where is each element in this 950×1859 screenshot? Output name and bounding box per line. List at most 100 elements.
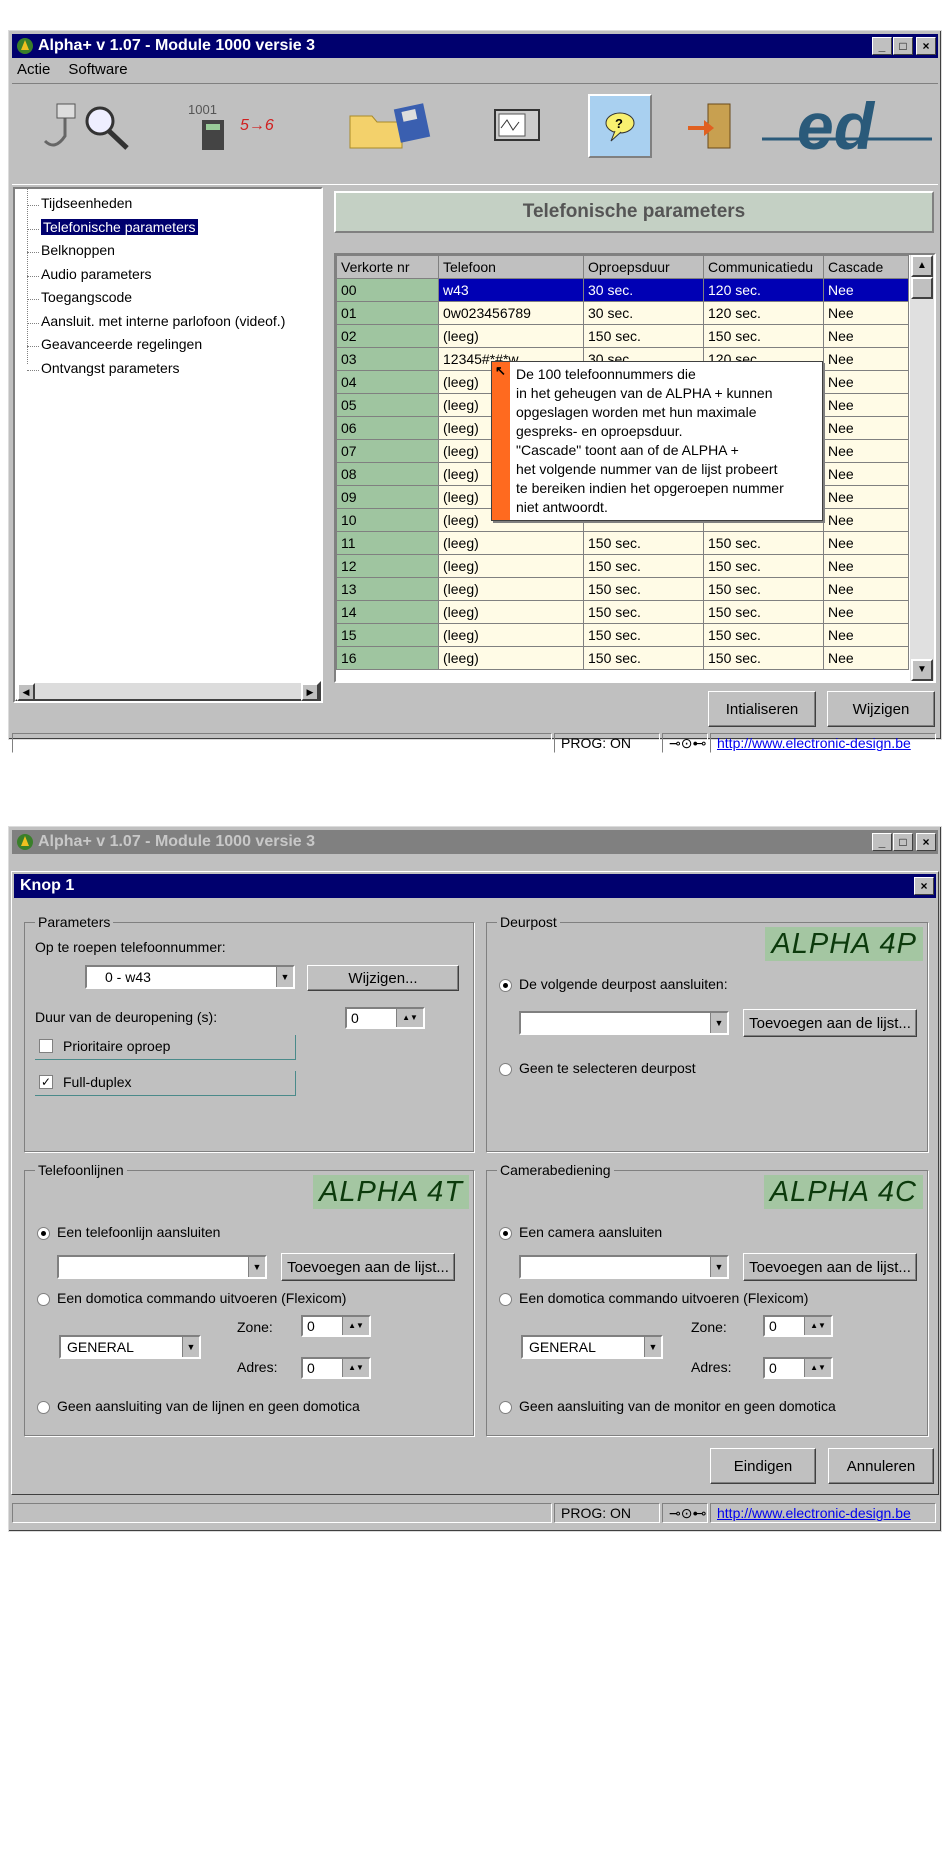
scroll-up-button[interactable]: ▲ [911, 255, 933, 277]
table-cell[interactable]: Nee [823, 531, 909, 555]
camera-adres-stepper[interactable]: 0 ▲▼ [763, 1357, 833, 1379]
table-cell[interactable]: 120 sec. [703, 301, 824, 325]
dialog-title-bar[interactable]: Knop 1 × [14, 874, 936, 898]
initialize-button[interactable]: Intialiseren [708, 691, 816, 727]
cancel-button[interactable]: Annuleren [828, 1448, 934, 1484]
tree-hscrollbar[interactable]: ◀ ▶ [15, 681, 321, 701]
table-row[interactable]: 00 w43 30 sec. 120 sec. Nee [336, 278, 909, 302]
table-cell[interactable]: Nee [823, 439, 909, 463]
table-cell[interactable]: 00 [336, 278, 439, 302]
binary-conversion-icon[interactable]: 1001 5→6 [182, 94, 302, 158]
chevron-down-icon[interactable]: ▼ [710, 1013, 727, 1033]
table-cell[interactable]: Nee [823, 462, 909, 486]
table-cell[interactable]: 150 sec. [583, 324, 704, 348]
tree-item[interactable]: Geavanceerde regelingen [41, 336, 202, 352]
table-cell[interactable]: (leeg) [438, 600, 584, 624]
table-cell[interactable]: w43 [438, 278, 584, 302]
table-cell[interactable]: 150 sec. [703, 646, 824, 670]
table-cell[interactable]: 06 [336, 416, 439, 440]
deurpost-connect-radio[interactable] [499, 979, 512, 992]
duration-stepper[interactable]: 0 ▲▼ [345, 1007, 425, 1029]
table-cell[interactable]: (leeg) [438, 531, 584, 555]
phoneline-zone-stepper[interactable]: 0 ▲▼ [301, 1315, 371, 1337]
camera-connect-radio[interactable] [499, 1227, 512, 1240]
table-cell[interactable]: 13 [336, 577, 439, 601]
column-header[interactable]: Verkorte nr [336, 255, 439, 279]
phoneline-none-radio[interactable] [37, 1401, 50, 1414]
table-cell[interactable]: Nee [823, 301, 909, 325]
phoneline-select[interactable]: ▼ [57, 1255, 267, 1279]
scroll-right-button[interactable]: ▶ [301, 683, 319, 701]
minimize-button[interactable]: _ [872, 37, 892, 55]
chevron-down-icon[interactable]: ▼ [710, 1257, 727, 1277]
finish-button[interactable]: Eindigen [710, 1448, 816, 1484]
column-header[interactable]: Oproepsduur [583, 255, 704, 279]
priority-row[interactable]: Prioritaire oproep [35, 1035, 296, 1060]
stepper-arrows-icon[interactable]: ▲▼ [342, 1317, 369, 1335]
table-cell[interactable]: 04 [336, 370, 439, 394]
table-cell[interactable]: 01 [336, 301, 439, 325]
tree-item[interactable]: Telefonische parameters [40, 217, 199, 236]
phone-number-select[interactable]: 0 - w43 ▼ [85, 965, 295, 989]
chevron-down-icon[interactable]: ▼ [182, 1337, 199, 1357]
table-cell[interactable]: Nee [823, 646, 909, 670]
table-cell[interactable]: 14 [336, 600, 439, 624]
table-cell[interactable]: Nee [823, 370, 909, 394]
table-row[interactable]: 11 (leeg) 150 sec. 150 sec. Nee [336, 531, 909, 555]
table-cell[interactable]: (leeg) [438, 646, 584, 670]
table-cell[interactable]: Nee [823, 600, 909, 624]
table-cell[interactable]: 150 sec. [703, 324, 824, 348]
dialog-close-button[interactable]: × [914, 877, 934, 895]
tree-item[interactable]: Belknoppen [41, 242, 115, 258]
table-cell[interactable]: 11 [336, 531, 439, 555]
table-cell[interactable]: 16 [336, 646, 439, 670]
deurpost-none-radio[interactable] [499, 1063, 512, 1076]
table-row[interactable]: 02 (leeg) 150 sec. 150 sec. Nee [336, 324, 909, 348]
table-cell[interactable]: 02 [336, 324, 439, 348]
stepper-arrows-icon[interactable]: ▲▼ [342, 1359, 369, 1377]
tree-item[interactable]: Audio parameters [41, 266, 152, 282]
monitor-icon[interactable] [482, 94, 552, 158]
table-cell[interactable]: 150 sec. [703, 577, 824, 601]
help-speech-icon[interactable]: ? [588, 94, 652, 158]
table-cell[interactable]: 09 [336, 485, 439, 509]
table-cell[interactable]: Nee [823, 347, 909, 371]
table-cell[interactable]: (leeg) [438, 623, 584, 647]
table-row[interactable]: 13 (leeg) 150 sec. 150 sec. Nee [336, 577, 909, 601]
table-cell[interactable]: (leeg) [438, 554, 584, 578]
phoneline-connect-radio[interactable] [37, 1227, 50, 1240]
stepper-arrows-icon[interactable]: ▲▼ [804, 1359, 831, 1377]
table-cell[interactable]: 05 [336, 393, 439, 417]
close-button[interactable]: × [916, 833, 936, 851]
table-cell[interactable]: 07 [336, 439, 439, 463]
table-cell[interactable]: 12 [336, 554, 439, 578]
exit-door-icon[interactable] [682, 94, 742, 158]
table-cell[interactable]: 150 sec. [583, 600, 704, 624]
change-button[interactable]: Wijzigen [827, 691, 935, 727]
table-cell[interactable]: Nee [823, 485, 909, 509]
table-cell[interactable]: (leeg) [438, 324, 584, 348]
phoneline-domotica-radio[interactable] [37, 1293, 50, 1306]
table-row[interactable]: 12 (leeg) 150 sec. 150 sec. Nee [336, 554, 909, 578]
camera-select[interactable]: ▼ [519, 1255, 729, 1279]
status-url[interactable]: http://www.electronic-design.be [710, 1503, 936, 1523]
column-header[interactable]: Telefoon [438, 255, 584, 279]
tree-item[interactable]: Aansluit. met interne parlofoon (videof.… [41, 313, 285, 329]
camera-general-select[interactable]: GENERAL ▼ [521, 1335, 663, 1359]
table-cell[interactable]: 120 sec. [703, 278, 824, 302]
table-cell[interactable]: 03 [336, 347, 439, 371]
maximize-button[interactable]: □ [893, 833, 913, 851]
stepper-arrows-icon[interactable]: ▲▼ [804, 1317, 831, 1335]
tree-item[interactable]: Tijdseenheden [41, 195, 132, 211]
table-cell[interactable]: 150 sec. [703, 623, 824, 647]
camera-none-radio[interactable] [499, 1401, 512, 1414]
table-cell[interactable]: 0w023456789 [438, 301, 584, 325]
inactive-title-bar[interactable]: Alpha+ v 1.07 - Module 1000 versie 3 _ □… [12, 830, 938, 854]
table-cell[interactable]: Nee [823, 416, 909, 440]
phoneline-general-select[interactable]: GENERAL ▼ [59, 1335, 201, 1359]
priority-checkbox[interactable] [39, 1039, 53, 1053]
scroll-left-button[interactable]: ◀ [17, 683, 35, 701]
maximize-button[interactable]: □ [893, 37, 913, 55]
table-cell[interactable]: Nee [823, 393, 909, 417]
table-cell[interactable]: 150 sec. [703, 600, 824, 624]
